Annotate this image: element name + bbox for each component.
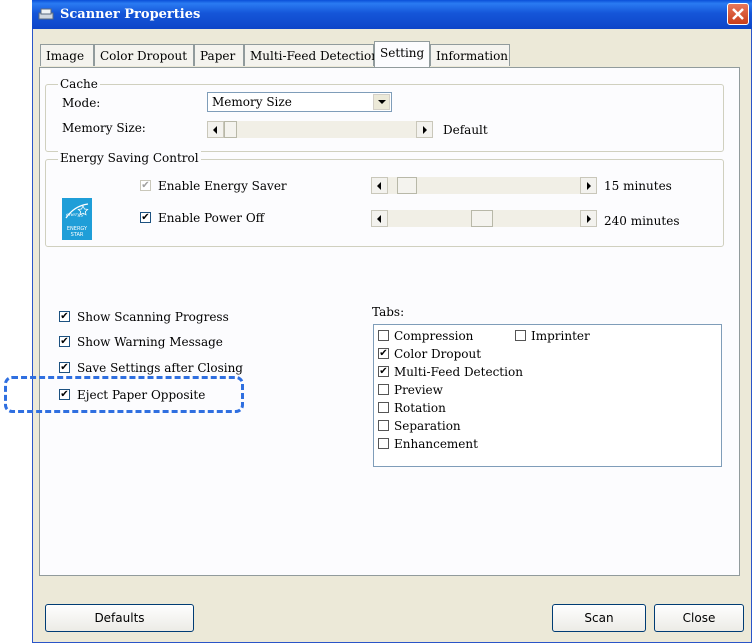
checkmark-icon: ✔	[378, 366, 389, 377]
energy-saver-value: 15 minutes	[604, 179, 672, 193]
cache-group-label: Cache	[58, 77, 100, 91]
scroll-right-icon[interactable]	[580, 177, 597, 194]
tab-paper[interactable]: Paper	[194, 44, 244, 66]
option-label: Show Warning Message	[77, 335, 223, 349]
energy-group-label: Energy Saving Control	[58, 151, 201, 165]
svg-text:energy: energy	[66, 212, 84, 218]
defaults-button[interactable]: Defaults	[45, 604, 194, 632]
memory-size-thumb[interactable]	[224, 121, 237, 138]
mode-select[interactable]: Memory Size	[207, 92, 392, 112]
highlight-frame	[4, 376, 244, 413]
checkmark-icon: ✔	[59, 336, 70, 347]
scroll-right-icon[interactable]	[416, 121, 433, 138]
checkbox-icon	[378, 420, 389, 431]
close-icon	[732, 8, 744, 20]
chevron-down-icon[interactable]	[373, 94, 390, 110]
memory-size-label: Memory Size:	[62, 121, 146, 135]
close-window-button[interactable]	[727, 3, 749, 25]
scroll-left-icon[interactable]	[371, 210, 388, 227]
power-off-slider[interactable]	[371, 210, 597, 227]
scanner-icon	[38, 8, 54, 20]
option-label: Show Scanning Progress	[77, 310, 229, 324]
option-label: Save Settings after Closing	[77, 361, 243, 375]
energy-saver-slider[interactable]	[371, 177, 597, 194]
scan-button[interactable]: Scan	[552, 604, 646, 632]
scroll-right-icon[interactable]	[580, 210, 597, 227]
energy-saver-thumb[interactable]	[397, 177, 417, 194]
power-off-thumb[interactable]	[471, 210, 493, 227]
checkmark-icon: ✔	[140, 212, 151, 223]
tab-multi-feed-detection[interactable]: Multi-Feed Detection	[244, 44, 379, 66]
enable-energy-saver-label: Enable Energy Saver	[158, 179, 287, 193]
memory-size-value: Default	[443, 123, 488, 137]
tabs-listbox[interactable]: Compression Imprinter ✔ Color Dropout ✔ …	[373, 324, 722, 467]
checkmark-icon: ✔	[140, 180, 151, 191]
checkmark-icon: ✔	[59, 311, 70, 322]
memory-size-slider[interactable]	[207, 121, 433, 138]
mode-select-value: Memory Size	[212, 95, 292, 109]
checkbox-icon	[515, 330, 526, 341]
tab-image[interactable]: Image	[40, 44, 94, 66]
energy-star-logo: energy ENERGY STAR	[62, 198, 92, 240]
mode-label: Mode:	[62, 96, 101, 110]
checkbox-icon	[378, 330, 389, 341]
energy-star-label: ENERGY STAR	[66, 226, 88, 238]
tab-setting[interactable]: Setting	[374, 41, 430, 67]
close-button[interactable]: Close	[654, 604, 744, 632]
checkbox-icon	[378, 402, 389, 413]
scroll-left-icon[interactable]	[371, 177, 388, 194]
window-title: Scanner Properties	[60, 7, 201, 22]
checkbox-icon	[378, 384, 389, 395]
power-off-value: 240 minutes	[604, 214, 680, 228]
scroll-left-icon[interactable]	[207, 121, 224, 138]
checkbox-icon	[378, 438, 389, 449]
checkmark-icon: ✔	[378, 348, 389, 359]
tab-color-dropout[interactable]: Color Dropout	[94, 44, 194, 66]
tab-information[interactable]: Information	[430, 44, 510, 66]
tabs-list-label: Tabs:	[372, 305, 405, 319]
energy-saving-group	[45, 159, 724, 247]
checkmark-icon: ✔	[59, 362, 70, 373]
enable-power-off-label: Enable Power Off	[158, 211, 265, 225]
